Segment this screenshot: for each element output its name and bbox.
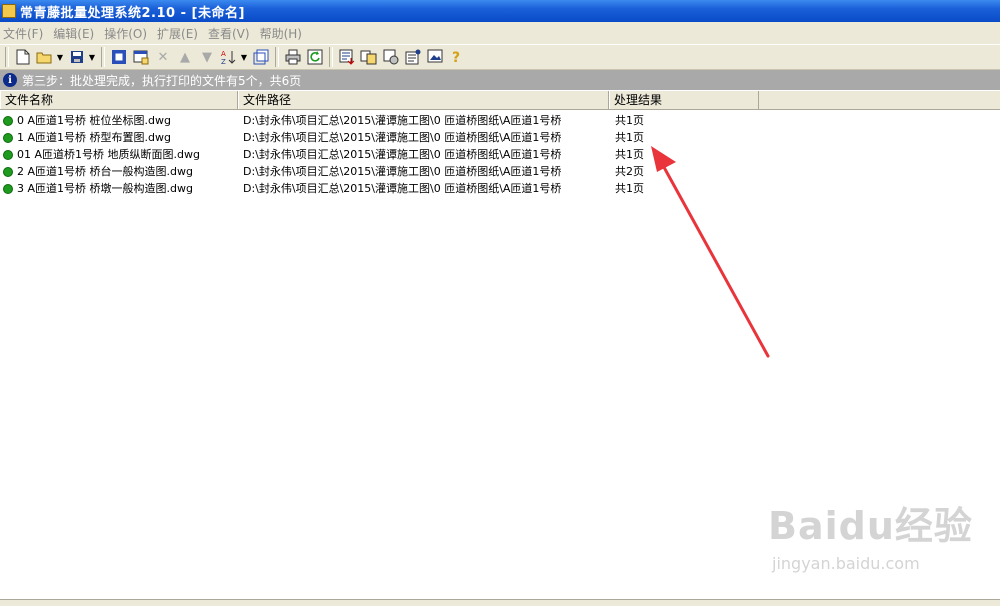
refresh-icon[interactable] <box>305 47 325 67</box>
column-header-path[interactable]: 文件路径 <box>238 91 609 109</box>
move-up-icon[interactable]: ▲ <box>175 47 195 67</box>
file-name: 3 A匝道1号桥 桥墩一般构造图.dwg <box>17 182 193 195</box>
list-rows: 0 A匝道1号桥 桩位坐标图.dwg D:\封永伟\项目汇总\2015\灌谭施工… <box>0 112 1000 197</box>
column-header-result[interactable]: 处理结果 <box>609 91 759 109</box>
app-icon <box>2 4 16 18</box>
window-title: 常青藤批量处理系统2.10 - [未命名] <box>20 5 245 21</box>
file-name: 2 A匝道1号桥 桥台一般构造图.dwg <box>17 165 193 178</box>
add-folder-icon[interactable] <box>131 47 151 67</box>
status-dot-icon <box>3 167 13 177</box>
file-path: D:\封永伟\项目汇总\2015\灌谭施工图\0 匝道桥图纸\A匝道1号桥 <box>243 114 562 127</box>
file-name: 01 A匝道桥1号桥 地质纵断面图.dwg <box>17 148 200 161</box>
process-result: 共1页 <box>615 131 644 144</box>
batch-settings-icon[interactable] <box>381 47 401 67</box>
open-folder-icon[interactable] <box>35 47 55 67</box>
process-result: 共1页 <box>615 182 644 195</box>
properties-icon[interactable] <box>403 47 423 67</box>
file-path: D:\封永伟\项目汇总\2015\灌谭施工图\0 匝道桥图纸\A匝道1号桥 <box>243 148 562 161</box>
batch-convert-icon[interactable] <box>359 47 379 67</box>
delete-icon[interactable]: ✕ <box>153 47 173 67</box>
image-view-icon[interactable] <box>425 47 445 67</box>
status-dot-icon <box>3 184 13 194</box>
status-dot-icon <box>3 116 13 126</box>
svg-text:?: ? <box>452 50 460 65</box>
status-dot-icon <box>3 150 13 160</box>
list-item[interactable]: 0 A匝道1号桥 桩位坐标图.dwg D:\封永伟\项目汇总\2015\灌谭施工… <box>0 112 1000 129</box>
import-list-icon[interactable] <box>337 47 357 67</box>
save-dropdown-icon[interactable]: ▼ <box>88 53 96 62</box>
svg-text:Z: Z <box>221 58 226 65</box>
select-all-icon[interactable] <box>251 47 271 67</box>
open-dropdown-icon[interactable]: ▼ <box>56 53 64 62</box>
menu-help[interactable]: 帮助(H) <box>257 25 309 42</box>
file-path: D:\封永伟\项目汇总\2015\灌谭施工图\0 匝道桥图纸\A匝道1号桥 <box>243 182 562 195</box>
add-files-icon[interactable] <box>109 47 129 67</box>
menu-file[interactable]: 文件(F) <box>0 25 50 42</box>
file-path: D:\封永伟\项目汇总\2015\灌谭施工图\0 匝道桥图纸\A匝道1号桥 <box>243 131 562 144</box>
baidu-watermark: Baidu经验 jingyan.baidu.com <box>768 495 973 573</box>
info-icon: i <box>3 73 17 87</box>
save-icon[interactable] <box>67 47 87 67</box>
watermark-url: jingyan.baidu.com <box>772 554 920 573</box>
file-path: D:\封永伟\项目汇总\2015\灌谭施工图\0 匝道桥图纸\A匝道1号桥 <box>243 165 562 178</box>
print-icon[interactable] <box>283 47 303 67</box>
file-name: 0 A匝道1号桥 桩位坐标图.dwg <box>17 114 171 127</box>
toolbar-separator <box>275 47 279 67</box>
status-message: 第三步：批处理完成，执行打印的文件有5个，共6页 <box>22 73 302 88</box>
toolbar: ▼ ▼ ✕ ▲ ▼ AZ ▼ ? <box>0 44 1000 70</box>
list-item[interactable]: 1 A匝道1号桥 桥型布置图.dwg D:\封永伟\项目汇总\2015\灌谭施工… <box>0 129 1000 146</box>
list-item[interactable]: 2 A匝道1号桥 桥台一般构造图.dwg D:\封永伟\项目汇总\2015\灌谭… <box>0 163 1000 180</box>
toolbar-separator <box>101 47 105 67</box>
process-result: 共1页 <box>615 148 644 161</box>
svg-text:A: A <box>221 50 226 58</box>
list-item[interactable]: 3 A匝道1号桥 桥墩一般构造图.dwg D:\封永伟\项目汇总\2015\灌谭… <box>0 180 1000 197</box>
watermark-brand: Baidu经验 <box>768 504 973 548</box>
file-name: 1 A匝道1号桥 桥型布置图.dwg <box>17 131 171 144</box>
menu-view[interactable]: 查看(V) <box>205 25 257 42</box>
status-message-bar: i 第三步：批处理完成，执行打印的文件有5个，共6页 <box>0 70 1000 90</box>
sort-dropdown-icon[interactable]: ▼ <box>240 53 248 62</box>
help-icon[interactable]: ? <box>447 47 467 67</box>
toolbar-separator <box>5 47 9 67</box>
list-item[interactable]: 01 A匝道桥1号桥 地质纵断面图.dwg D:\封永伟\项目汇总\2015\灌… <box>0 146 1000 163</box>
status-dot-icon <box>3 133 13 143</box>
new-file-icon[interactable] <box>13 47 33 67</box>
title-bar: 常青藤批量处理系统2.10 - [未命名] <box>0 0 1000 22</box>
move-down-icon[interactable]: ▼ <box>197 47 217 67</box>
process-result: 共2页 <box>615 165 644 178</box>
process-result: 共1页 <box>615 114 644 127</box>
toolbar-separator <box>329 47 333 67</box>
sort-icon[interactable]: AZ <box>219 47 239 67</box>
menu-bar: 文件(F) 编辑(E) 操作(O) 扩展(E) 查看(V) 帮助(H) <box>0 22 1000 44</box>
list-header: 文件名称 文件路径 处理结果 <box>0 91 1000 110</box>
menu-extend[interactable]: 扩展(E) <box>154 25 205 42</box>
menu-operate[interactable]: 操作(O) <box>101 25 154 42</box>
column-header-name[interactable]: 文件名称 <box>0 91 238 109</box>
menu-edit[interactable]: 编辑(E) <box>50 25 101 42</box>
